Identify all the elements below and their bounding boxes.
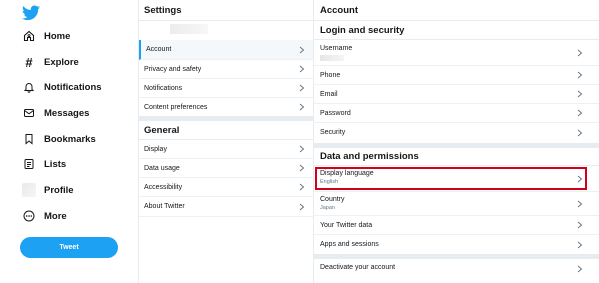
account-item-label: Username — [320, 45, 353, 52]
list-icon — [22, 157, 36, 171]
settings-item-display[interactable]: Display — [139, 140, 313, 159]
general-title: General — [144, 125, 180, 136]
settings-title: Settings — [144, 5, 182, 16]
nav-item-explore[interactable]: # Explore — [22, 51, 79, 73]
avatar — [22, 183, 36, 197]
chevron-right-icon — [299, 164, 305, 172]
bookmark-icon — [22, 132, 36, 146]
chevron-right-icon — [577, 109, 583, 117]
settings-panel: Settings Account Privacy and safety Noti… — [139, 0, 313, 283]
settings-item-label: Privacy and safety — [144, 65, 202, 73]
display-language-highlight — [315, 167, 587, 190]
settings-item-content-preferences[interactable]: Content preferences — [139, 98, 313, 116]
nav-item-messages[interactable]: Messages — [22, 102, 89, 124]
section-separator — [139, 116, 313, 121]
nav-label: More — [44, 210, 67, 222]
divider — [314, 20, 599, 21]
account-item-password[interactable]: Password — [314, 104, 599, 123]
account-item-value: Japan — [320, 205, 335, 211]
chevron-right-icon — [299, 84, 305, 92]
section-separator — [314, 143, 599, 148]
nav-item-profile[interactable]: Profile — [22, 179, 74, 201]
account-item-label: Deactivate your account — [320, 264, 396, 271]
nav-label: Profile — [44, 184, 74, 196]
account-item-phone[interactable]: Phone — [314, 66, 599, 85]
chevron-right-icon — [577, 200, 583, 207]
home-icon — [22, 29, 36, 43]
account-item-label: Apps and sessions — [320, 241, 379, 248]
nav-label: Lists — [44, 158, 67, 170]
chevron-right-icon — [577, 71, 583, 79]
chevron-right-icon — [299, 46, 305, 53]
settings-item-about-twitter[interactable]: About Twitter — [139, 197, 313, 217]
chevron-right-icon — [577, 49, 583, 56]
tweet-button[interactable]: Tweet — [20, 237, 118, 258]
settings-item-label: Notifications — [144, 84, 183, 92]
left-nav: Home # Explore Notifications Messages Bo… — [0, 0, 138, 283]
nav-label: Home — [44, 30, 71, 42]
account-item-label: Phone — [320, 72, 341, 79]
chevron-right-icon — [577, 129, 583, 137]
settings-item-label: Content preferences — [144, 103, 208, 111]
username-redacted — [170, 24, 208, 34]
account-item-apps-sessions[interactable]: Apps and sessions — [314, 235, 599, 254]
data-permissions-title: Data and permissions — [320, 151, 419, 162]
account-item-label: Your Twitter data — [320, 222, 373, 229]
account-item-security[interactable]: Security — [314, 123, 599, 143]
settings-item-data-usage[interactable]: Data usage — [139, 159, 313, 178]
settings-item-label: Display — [144, 145, 167, 153]
nav-item-notifications[interactable]: Notifications — [22, 76, 102, 98]
settings-item-accessibility[interactable]: Accessibility — [139, 178, 313, 197]
nav-label: Notifications — [44, 81, 102, 93]
bell-icon — [22, 80, 36, 94]
username-redacted — [320, 55, 344, 61]
account-item-label: Password — [320, 110, 351, 117]
chevron-right-icon — [299, 145, 305, 153]
settings-item-label: Data usage — [144, 164, 180, 172]
nav-item-lists[interactable]: Lists — [22, 153, 66, 175]
chevron-right-icon — [577, 221, 583, 229]
account-panel: Account Login and security Username Phon… — [314, 0, 599, 283]
account-item-deactivate[interactable]: Deactivate your account — [314, 259, 599, 278]
chevron-right-icon — [299, 203, 305, 210]
divider — [139, 20, 313, 21]
account-item-username[interactable]: Username — [314, 40, 599, 66]
settings-item-label: About Twitter — [144, 203, 185, 210]
chevron-right-icon — [577, 90, 583, 98]
twitter-bird-icon[interactable] — [22, 5, 40, 21]
account-title: Account — [320, 5, 358, 16]
nav-item-bookmarks[interactable]: Bookmarks — [22, 128, 96, 150]
chevron-right-icon — [577, 265, 583, 272]
hashtag-icon: # — [25, 54, 33, 70]
settings-item-label: Accessibility — [144, 183, 183, 191]
account-item-label: Country — [320, 196, 345, 203]
nav-label: Messages — [44, 107, 90, 119]
more-icon — [22, 209, 36, 223]
settings-item-privacy[interactable]: Privacy and safety — [139, 60, 313, 79]
chevron-right-icon — [299, 65, 305, 73]
chevron-right-icon — [577, 241, 583, 248]
account-item-label: Security — [320, 129, 346, 136]
chevron-right-icon — [299, 183, 305, 191]
nav-label: Explore — [44, 56, 79, 68]
account-item-email[interactable]: Email — [314, 85, 599, 104]
account-item-your-twitter-data[interactable]: Your Twitter data — [314, 216, 599, 235]
settings-item-notifications[interactable]: Notifications — [139, 79, 313, 98]
settings-item-account[interactable]: Account — [139, 40, 313, 60]
nav-item-more[interactable]: More — [22, 205, 67, 227]
settings-item-label: Account — [146, 46, 172, 53]
nav-label: Bookmarks — [44, 133, 96, 145]
chevron-right-icon — [299, 103, 305, 111]
nav-item-home[interactable]: Home — [22, 25, 70, 47]
envelope-icon — [22, 106, 36, 120]
login-security-title: Login and security — [320, 25, 405, 36]
account-item-label: Email — [320, 91, 338, 98]
account-item-country[interactable]: Country Japan — [314, 192, 599, 216]
